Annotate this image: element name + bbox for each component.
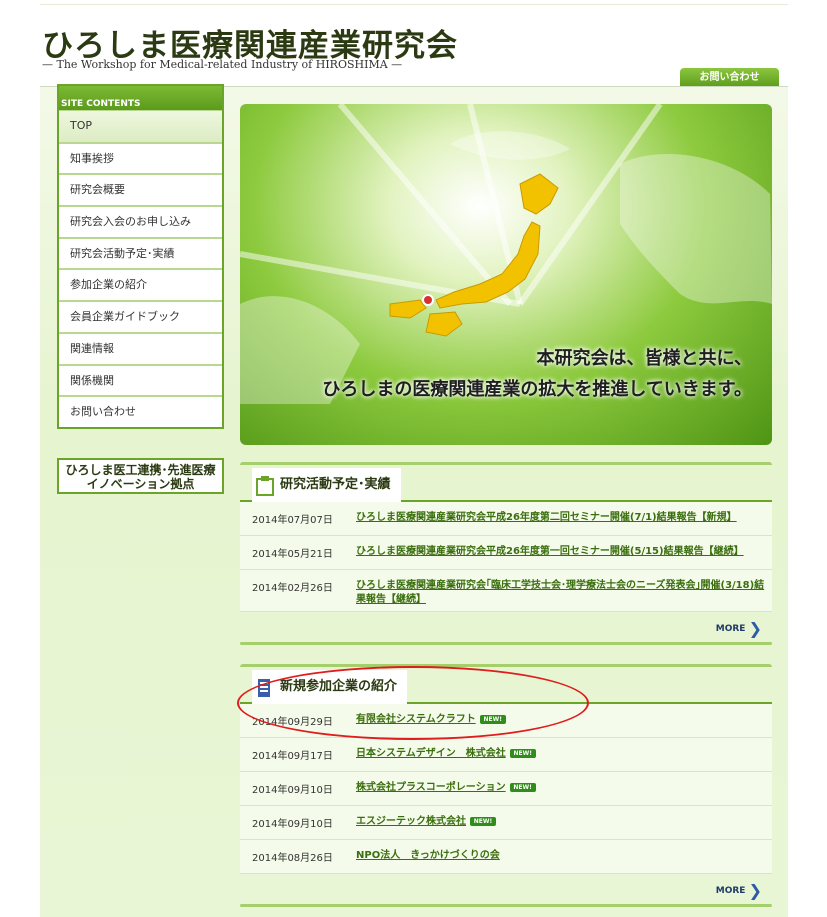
sidebar-item-greeting[interactable]: 知事挨拶 xyxy=(59,141,222,174)
sidebar-item-overview[interactable]: 研究会概要 xyxy=(59,173,222,206)
sidebar-heading: SITE CONTENTS xyxy=(59,86,222,110)
member-date: 2014年09月10日 xyxy=(252,785,333,796)
sidebar-item-activities[interactable]: 研究会活動予定･実績 xyxy=(59,236,222,269)
sidebar-item-contact[interactable]: お問い合わせ xyxy=(59,395,222,427)
activity-date: 2014年02月26日 xyxy=(252,583,333,594)
member-link[interactable]: NPO法人 きっかけづくりの会 xyxy=(356,849,766,863)
activities-title-box: 研究活動予定･実績 xyxy=(252,468,401,502)
top-divider xyxy=(40,4,788,5)
chevron-right-icon: ❯ xyxy=(748,619,762,638)
activity-date: 2014年07月07日 xyxy=(252,515,333,526)
page: ひろしま医療関連産業研究会 — The Workshop for Medical… xyxy=(40,0,788,917)
activities-title: 研究活動予定･実績 xyxy=(280,477,391,492)
activity-date: 2014年05月21日 xyxy=(252,549,333,560)
hero-tagline-1: 本研究会は、皆様と共に、 xyxy=(536,348,752,369)
new-badge: NEW! xyxy=(509,748,536,758)
new-badge: NEW! xyxy=(509,782,536,792)
activity-row: 2014年07月07日 ひろしま医療関連産業研究会平成26年度第二回セミナー開催… xyxy=(240,502,772,536)
banner-line-1: ひろしま医工連携･先進医療 xyxy=(65,463,216,477)
contact-button[interactable]: お問い合わせ xyxy=(680,68,779,88)
sidebar-item-companies[interactable]: 参加企業の紹介 xyxy=(59,268,222,301)
activities-panel: 研究活動予定･実績 2014年07月07日 ひろしま医療関連産業研究会平成26年… xyxy=(240,462,772,645)
panel-bottom-border xyxy=(240,904,772,907)
member-name: NPO法人 きっかけづくりの会 xyxy=(356,850,500,861)
clipboard-icon xyxy=(256,476,274,496)
new-badge: NEW! xyxy=(470,816,496,826)
innovation-hub-banner[interactable]: ひろしま医工連携･先進医療 イノベーション拠点 xyxy=(57,458,224,494)
sidebar-item-guidebook[interactable]: 会員企業ガイドブック xyxy=(59,300,222,332)
new-members-more-button[interactable]: MORE ❯ xyxy=(716,881,762,900)
member-link[interactable]: エスジーテック株式会社 NEW! xyxy=(356,815,766,829)
sidebar-item-join[interactable]: 研究会入会のお申し込み xyxy=(59,205,222,237)
member-date: 2014年09月10日 xyxy=(252,819,333,830)
member-row: 2014年09月10日 株式会社プラスコーポレーション NEW! xyxy=(240,772,772,806)
activity-link[interactable]: ひろしま医療関連産業研究会｢臨床工学技士会･理学療法士会のニーズ発表会｣開催(3… xyxy=(356,579,766,607)
member-name: 日本システムデザイン 株式会社 xyxy=(356,748,506,759)
activity-row: 2014年05月21日 ひろしま医療関連産業研究会平成26年度第一回セミナー開催… xyxy=(240,536,772,570)
hero-banner: 本研究会は、皆様と共に、 ひろしまの医療関連産業の拡大を推進していきます。 xyxy=(240,104,772,445)
highlight-ellipse-annotation xyxy=(237,666,589,740)
panel-bottom-border xyxy=(240,642,772,645)
site-subtitle: — The Workshop for Medical-related Indus… xyxy=(42,58,403,71)
member-name: エスジーテック株式会社 xyxy=(356,816,466,827)
activities-more-button[interactable]: MORE ❯ xyxy=(716,619,762,638)
sidebar-nav: SITE CONTENTS TOP 知事挨拶 研究会概要 研究会入会のお申し込み… xyxy=(57,84,224,429)
member-date: 2014年09月17日 xyxy=(252,751,333,762)
activities-more-area: MORE ❯ xyxy=(240,612,772,642)
more-label: MORE xyxy=(715,624,746,634)
sidebar-item-related-info[interactable]: 関連情報 xyxy=(59,331,222,364)
activity-link[interactable]: ひろしま医療関連産業研究会平成26年度第一回セミナー開催(5/15)結果報告【継… xyxy=(356,545,766,559)
member-link[interactable]: 株式会社プラスコーポレーション NEW! xyxy=(356,781,766,795)
member-row: 2014年09月17日 日本システムデザイン 株式会社 NEW! xyxy=(240,738,772,772)
sidebar-item-organizations[interactable]: 関係機関 xyxy=(59,363,222,396)
activity-row: 2014年02月26日 ひろしま医療関連産業研究会｢臨床工学技士会･理学療法士会… xyxy=(240,570,772,612)
member-row: 2014年08月26日 NPO法人 きっかけづくりの会 xyxy=(240,840,772,874)
activities-header: 研究活動予定･実績 xyxy=(240,468,772,502)
banner-line-2: イノベーション拠点 xyxy=(86,477,195,491)
member-row: 2014年09月10日 エスジーテック株式会社 NEW! xyxy=(240,806,772,840)
activity-link[interactable]: ひろしま医療関連産業研究会平成26年度第二回セミナー開催(7/1)結果報告【新規… xyxy=(356,511,766,525)
member-date: 2014年08月26日 xyxy=(252,853,333,864)
chevron-right-icon: ❯ xyxy=(748,881,762,900)
member-link[interactable]: 日本システムデザイン 株式会社 NEW! xyxy=(356,747,766,761)
member-name: 株式会社プラスコーポレーション xyxy=(356,782,506,793)
new-members-more-area: MORE ❯ xyxy=(240,874,772,904)
more-label: MORE xyxy=(715,886,746,896)
sidebar-item-top[interactable]: TOP xyxy=(59,110,222,142)
hero-tagline-2: ひろしまの医療関連産業の拡大を推進していきます。 xyxy=(322,379,752,400)
